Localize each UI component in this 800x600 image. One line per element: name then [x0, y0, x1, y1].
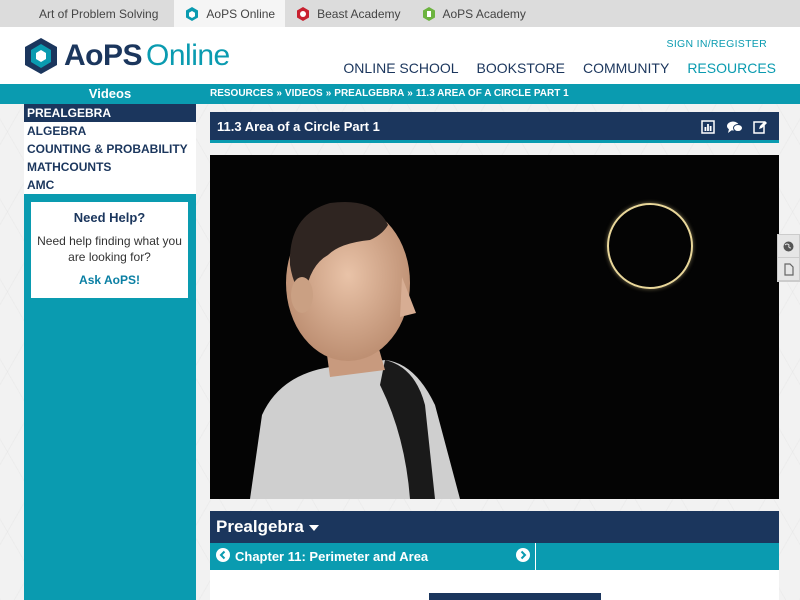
ask-aops-link[interactable]: Ask AoPS! — [31, 273, 188, 287]
globe-icon[interactable] — [778, 235, 799, 258]
chart-icon[interactable] — [701, 120, 717, 134]
aops-academy-icon — [421, 6, 437, 22]
video-player[interactable] — [210, 155, 779, 499]
site-tab-label: AoPS Academy — [443, 7, 526, 21]
aops-online-logo[interactable]: AoPSOnline — [24, 37, 230, 75]
site-switcher-bar: Art of Problem Solving AoPS Online Beast… — [0, 0, 800, 27]
aops-logo-icon — [24, 37, 58, 75]
chevron-left-circle-icon[interactable] — [216, 548, 230, 562]
help-text: Need help finding what you are looking f… — [31, 233, 188, 265]
chapter-title: Chapter 11: Perimeter and Area — [235, 549, 428, 564]
comments-icon[interactable] — [727, 120, 743, 134]
site-tab-aops-academy[interactable]: AoPS Academy — [411, 0, 536, 27]
logo-wordmark: AoPSOnline — [64, 39, 230, 73]
side-tools — [777, 234, 800, 282]
video-title: 11.3 Area of a Circle Part 1 — [217, 119, 380, 134]
videos-sidebar: PREALGEBRA ALGEBRA COUNTING & PROBABILIT… — [24, 104, 196, 600]
nav-bookstore[interactable]: BOOKSTORE — [477, 60, 565, 76]
edit-icon[interactable] — [753, 120, 769, 134]
course-title[interactable]: Prealgebra — [216, 517, 319, 537]
video-title-bar: 11.3 Area of a Circle Part 1 — [210, 112, 779, 143]
course-selector-bar[interactable]: Prealgebra — [210, 511, 779, 543]
site-header: AoPSOnline SIGN IN/REGISTER ONLINE SCHOO… — [0, 27, 800, 84]
chapter-navigator: Chapter 11: Perimeter and Area — [210, 543, 536, 570]
site-tab-label: Beast Academy — [317, 7, 400, 21]
breadcrumb-prealgebra[interactable]: PREALGEBRA — [334, 88, 404, 99]
breadcrumb-videos[interactable]: VIDEOS — [285, 88, 323, 99]
sidebar-item-amc[interactable]: AMC — [24, 176, 196, 194]
need-help-box: Need Help? Need help finding what you ar… — [31, 202, 188, 298]
video-frame-presenter — [210, 155, 779, 499]
sidebar-title: Videos — [24, 84, 196, 104]
sidebar-item-mathcounts[interactable]: MATHCOUNTS — [24, 158, 196, 176]
beast-academy-icon — [295, 6, 311, 22]
breadcrumb-resources[interactable]: RESOURCES — [210, 88, 273, 99]
video-category-list: PREALGEBRA ALGEBRA COUNTING & PROBABILIT… — [24, 104, 196, 194]
chevron-right-circle-icon[interactable] — [516, 548, 530, 562]
sidebar-item-prealgebra[interactable]: PREALGEBRA — [24, 104, 196, 122]
content-header-block — [429, 593, 601, 600]
main-nav: ONLINE SCHOOL BOOKSTORE COMMUNITY RESOUR… — [325, 60, 776, 76]
caret-down-icon — [309, 525, 319, 531]
drawn-circle — [607, 203, 693, 289]
video-actions — [691, 120, 769, 134]
chapter-bar: Chapter 11: Perimeter and Area — [210, 543, 779, 570]
breadcrumb-current: 11.3 AREA OF A CIRCLE PART 1 — [416, 88, 569, 99]
site-tab-label: Art of Problem Solving — [39, 7, 158, 21]
chapter-content — [210, 570, 779, 600]
site-tab-aops-online[interactable]: AoPS Online — [174, 0, 285, 27]
site-tab-beast-academy[interactable]: Beast Academy — [285, 0, 410, 27]
nav-community[interactable]: COMMUNITY — [583, 60, 669, 76]
nav-online-school[interactable]: ONLINE SCHOOL — [343, 60, 458, 76]
help-title: Need Help? — [31, 210, 188, 225]
document-icon[interactable] — [778, 258, 799, 281]
sidebar-item-algebra[interactable]: ALGEBRA — [24, 122, 196, 140]
sidebar-item-counting-probability[interactable]: COUNTING & PROBABILITY — [24, 140, 196, 158]
sign-in-register-link[interactable]: SIGN IN/REGISTER — [667, 38, 767, 50]
nav-resources[interactable]: RESOURCES — [687, 60, 776, 76]
site-tab-aops[interactable]: Art of Problem Solving — [0, 0, 174, 27]
breadcrumb: RESOURCES»VIDEOS»PREALGEBRA»11.3 AREA OF… — [210, 84, 569, 104]
site-tab-label: AoPS Online — [206, 7, 275, 21]
aops-online-icon — [184, 6, 200, 22]
